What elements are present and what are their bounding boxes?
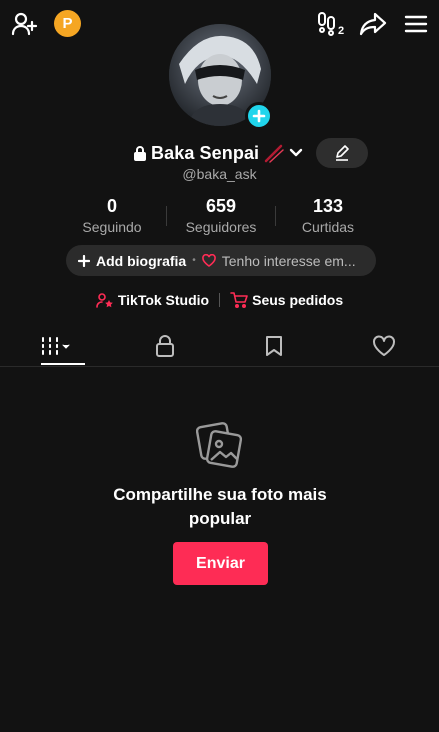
edit-profile-button[interactable] <box>316 138 368 168</box>
svg-text:2: 2 <box>338 25 344 37</box>
chevron-down-icon[interactable] <box>289 148 303 158</box>
stat-value: 659 <box>205 196 237 216</box>
stat-value: 133 <box>312 196 344 216</box>
tab-private[interactable] <box>110 326 220 366</box>
links-row: TikTok Studio Seus pedidos <box>0 288 439 312</box>
add-avatar-button[interactable] <box>245 102 273 130</box>
menu-icon[interactable] <box>400 8 432 40</box>
grid-icon <box>39 337 70 355</box>
tab-saved[interactable] <box>220 326 330 366</box>
lock-icon <box>133 145 147 161</box>
cart-icon <box>230 292 248 308</box>
plus-icon <box>78 254 90 267</box>
separator-dot: • <box>192 255 196 266</box>
empty-state-message: Compartilhe sua foto mais popular <box>113 485 327 528</box>
content-tabs <box>0 326 439 366</box>
coin-icon[interactable]: P <box>54 10 81 37</box>
stat-label: Curtidas <box>301 219 355 235</box>
studio-user-icon <box>96 292 114 308</box>
bookmark-icon <box>266 336 283 356</box>
share-icon[interactable] <box>357 8 389 40</box>
orders-link[interactable]: Seus pedidos <box>230 292 343 308</box>
username: @baka_ask <box>182 166 257 182</box>
tiktok-studio-link[interactable]: TikTok Studio <box>96 292 209 308</box>
coin-letter: P <box>62 15 73 32</box>
upload-button[interactable]: Enviar <box>173 542 268 585</box>
add-bio-label[interactable]: Add biografia <box>96 253 186 269</box>
orders-label: Seus pedidos <box>252 292 344 308</box>
heart-icon <box>373 335 396 356</box>
interest-label[interactable]: Tenho interesse em... <box>222 253 356 269</box>
stat-value: 0 <box>106 196 117 216</box>
stat-label: Seguidores <box>185 219 257 235</box>
display-name: Baka Senpai <box>151 142 260 163</box>
add-friend-icon[interactable] <box>8 8 40 40</box>
tab-posts[interactable] <box>0 326 110 366</box>
bio-pill[interactable]: Add biografia • Tenho interesse em... <box>66 245 376 276</box>
stat-followers[interactable]: 659 Seguidores <box>166 196 276 235</box>
links-separator <box>219 293 221 307</box>
tiktok-studio-label: TikTok Studio <box>117 292 210 308</box>
stat-label: Seguindo <box>82 219 142 235</box>
tab-liked[interactable] <box>329 326 439 366</box>
heart-outline-icon <box>201 254 216 267</box>
pencil-icon <box>336 145 349 161</box>
active-tab-indicator <box>41 363 85 365</box>
slash-emoji-icon <box>263 143 285 163</box>
tabs-divider <box>0 366 439 367</box>
stat-likes[interactable]: 133 Curtidas <box>273 196 383 235</box>
profile-name-row[interactable]: Baka Senpai <box>133 141 303 165</box>
photos-icon <box>196 420 244 470</box>
lock-outline-icon <box>155 335 174 357</box>
footprint-icon[interactable]: 2 <box>316 8 350 40</box>
stat-following[interactable]: 0 Seguindo <box>57 196 167 235</box>
